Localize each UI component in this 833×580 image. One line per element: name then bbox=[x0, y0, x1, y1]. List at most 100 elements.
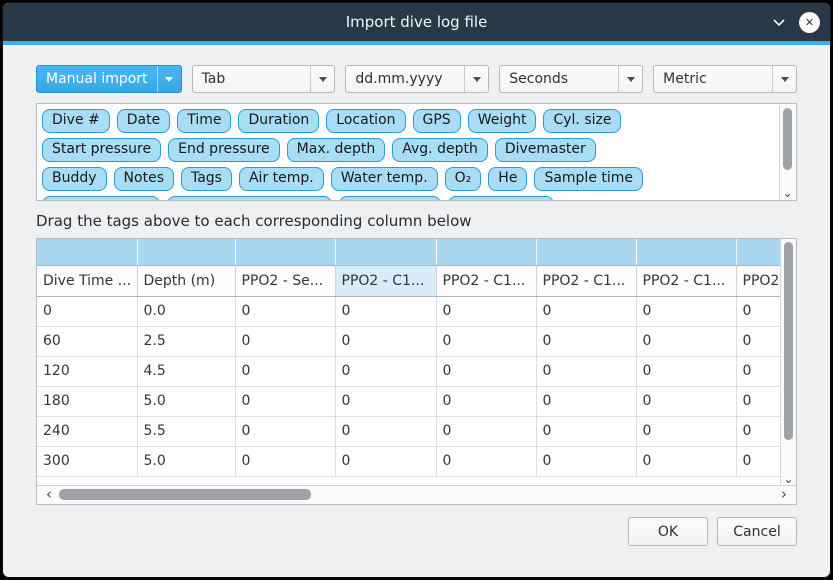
tag-duration[interactable]: Duration bbox=[238, 109, 319, 133]
table-cell: 0 bbox=[636, 356, 736, 386]
table-horizontal-scrollbar[interactable]: ‹ › bbox=[37, 485, 796, 504]
import-table: Dive Time ...Depth (m)PPO2 - Se...PPO2 -… bbox=[37, 239, 780, 477]
table-cell: 0 bbox=[235, 326, 335, 356]
table-cell: 0 bbox=[536, 326, 636, 356]
tag-dive[interactable]: Dive # bbox=[42, 109, 110, 133]
tags-scrollbar[interactable]: ⌄ bbox=[779, 105, 795, 199]
table-cell: 0 bbox=[436, 416, 536, 446]
scroll-down-icon[interactable]: ⌄ bbox=[782, 188, 792, 198]
hscroll-track[interactable] bbox=[57, 486, 776, 504]
date-format-combo[interactable]: dd.mm.yyyy bbox=[345, 65, 489, 93]
column-drop-target[interactable] bbox=[137, 239, 235, 265]
combo-value: Seconds bbox=[500, 71, 618, 87]
table-cell: 0 bbox=[235, 446, 335, 476]
table-row: 3005.0000000 bbox=[37, 446, 780, 476]
table-cell: 0 bbox=[536, 356, 636, 386]
column-header[interactable]: PPO2 - Se... bbox=[235, 265, 335, 296]
table-vertical-scrollbar[interactable]: ⌄ bbox=[780, 239, 796, 485]
tag-end-pressure[interactable]: End pressure bbox=[168, 138, 280, 162]
tag-weight[interactable]: Weight bbox=[468, 109, 537, 133]
column-drop-target[interactable] bbox=[37, 239, 137, 265]
column-header[interactable]: Depth (m) bbox=[137, 265, 235, 296]
duration-format-combo[interactable]: Seconds bbox=[499, 65, 643, 93]
combo-value: dd.mm.yyyy bbox=[346, 71, 464, 87]
close-icon: ✕ bbox=[805, 16, 814, 29]
table-row: 1204.5000000 bbox=[37, 356, 780, 386]
tag-sample-po[interactable]: Sample pO₂ bbox=[339, 196, 441, 201]
table-cell: 300 bbox=[37, 446, 137, 476]
units-combo[interactable]: Metric bbox=[653, 65, 797, 93]
tag-date[interactable]: Date bbox=[117, 109, 170, 133]
table-row: 602.5000000 bbox=[37, 326, 780, 356]
table-cell: 0 bbox=[335, 296, 436, 326]
table-cell: 5.0 bbox=[137, 386, 235, 416]
table-cell: 0 bbox=[235, 356, 335, 386]
column-drop-target[interactable] bbox=[335, 239, 436, 265]
tag-sample-time[interactable]: Sample time bbox=[534, 167, 643, 191]
scroll-down-icon[interactable]: ⌄ bbox=[783, 474, 793, 484]
shade-window-button[interactable] bbox=[771, 14, 787, 30]
table-cell: 4.5 bbox=[137, 356, 235, 386]
titlebar-buttons: ✕ bbox=[756, 12, 820, 33]
column-header[interactable]: Dive Time ... bbox=[37, 265, 137, 296]
tag-start-pressure[interactable]: Start pressure bbox=[42, 138, 161, 162]
table-cell: 0 bbox=[636, 446, 736, 476]
import-type-combo[interactable]: Manual import bbox=[36, 65, 182, 93]
column-header[interactable]: PPO2 - C1... bbox=[636, 265, 736, 296]
column-header[interactable]: PPO2 - C1... bbox=[536, 265, 636, 296]
table-cell: 0 bbox=[235, 416, 335, 446]
tag-divemaster[interactable]: Divemaster bbox=[495, 138, 596, 162]
table-cell: 0 bbox=[636, 386, 736, 416]
tag-gps[interactable]: GPS bbox=[413, 109, 461, 133]
column-drop-target[interactable] bbox=[736, 239, 780, 265]
table-cell: 0 bbox=[636, 326, 736, 356]
tag-sample-temperature[interactable]: Sample temperature bbox=[167, 196, 332, 201]
table-vscroll-thumb[interactable] bbox=[784, 242, 793, 440]
tags-area: Dive # Date Time Duration Location GPS WeightC… bbox=[42, 109, 774, 201]
column-drop-row bbox=[37, 239, 780, 265]
table-cell: 0 bbox=[235, 296, 335, 326]
column-drop-target[interactable] bbox=[636, 239, 736, 265]
tag-o[interactable]: O₂ bbox=[445, 167, 482, 191]
column-header[interactable]: PPO2 - C1... bbox=[436, 265, 536, 296]
titlebar[interactable]: Import dive log file ✕ bbox=[3, 3, 830, 41]
column-drop-target[interactable] bbox=[235, 239, 335, 265]
tag-water-temp[interactable]: Water temp. bbox=[331, 167, 438, 191]
tag-notes[interactable]: Notes bbox=[114, 167, 174, 191]
column-header[interactable]: PPO2 bbox=[736, 265, 780, 296]
ok-button[interactable]: OK bbox=[628, 517, 708, 546]
tag-sample-cns[interactable]: Sample CNS bbox=[448, 196, 554, 201]
table-cell: 0 bbox=[436, 326, 536, 356]
tag-air-temp[interactable]: Air temp. bbox=[239, 167, 324, 191]
chevron-down-icon bbox=[157, 66, 181, 92]
table-cell: 60 bbox=[37, 326, 137, 356]
close-button[interactable]: ✕ bbox=[799, 12, 820, 33]
table-cell: 0 bbox=[335, 416, 436, 446]
tag-tags[interactable]: Tags bbox=[181, 167, 232, 191]
tag-sample-depth[interactable]: Sample depth bbox=[42, 196, 160, 201]
scroll-left-icon[interactable]: ‹ bbox=[41, 487, 57, 503]
cancel-button[interactable]: Cancel bbox=[717, 517, 797, 546]
hscroll-thumb[interactable] bbox=[59, 489, 311, 500]
tag-location[interactable]: Location bbox=[326, 109, 405, 133]
tag-buddy[interactable]: Buddy bbox=[42, 167, 107, 191]
column-drop-target[interactable] bbox=[436, 239, 536, 265]
table-cell: 0 bbox=[736, 326, 780, 356]
tag-row: Dive # Date Time Duration Location GPS WeightC… bbox=[42, 109, 774, 138]
tags-panel: Dive # Date Time Duration Location GPS WeightC… bbox=[36, 103, 797, 201]
tag-avg-depth[interactable]: Avg. depth bbox=[392, 138, 488, 162]
tag-cyl-size[interactable]: Cyl. size bbox=[543, 109, 621, 133]
tag-he[interactable]: He bbox=[488, 167, 527, 191]
combo-value: Manual import bbox=[37, 71, 157, 87]
field-separator-combo[interactable]: Tab bbox=[192, 65, 336, 93]
tags-scrollbar-thumb[interactable] bbox=[783, 108, 792, 170]
tag-max-depth[interactable]: Max. depth bbox=[287, 138, 386, 162]
window-title: Import dive log file bbox=[77, 13, 756, 31]
column-drop-target[interactable] bbox=[536, 239, 636, 265]
table-cell: 0 bbox=[736, 386, 780, 416]
scroll-right-icon[interactable]: › bbox=[776, 487, 792, 503]
tag-time[interactable]: Time bbox=[177, 109, 231, 133]
column-header[interactable]: PPO2 - C1... bbox=[335, 265, 436, 296]
table-cell: 120 bbox=[37, 356, 137, 386]
chevron-down-icon bbox=[310, 66, 334, 92]
